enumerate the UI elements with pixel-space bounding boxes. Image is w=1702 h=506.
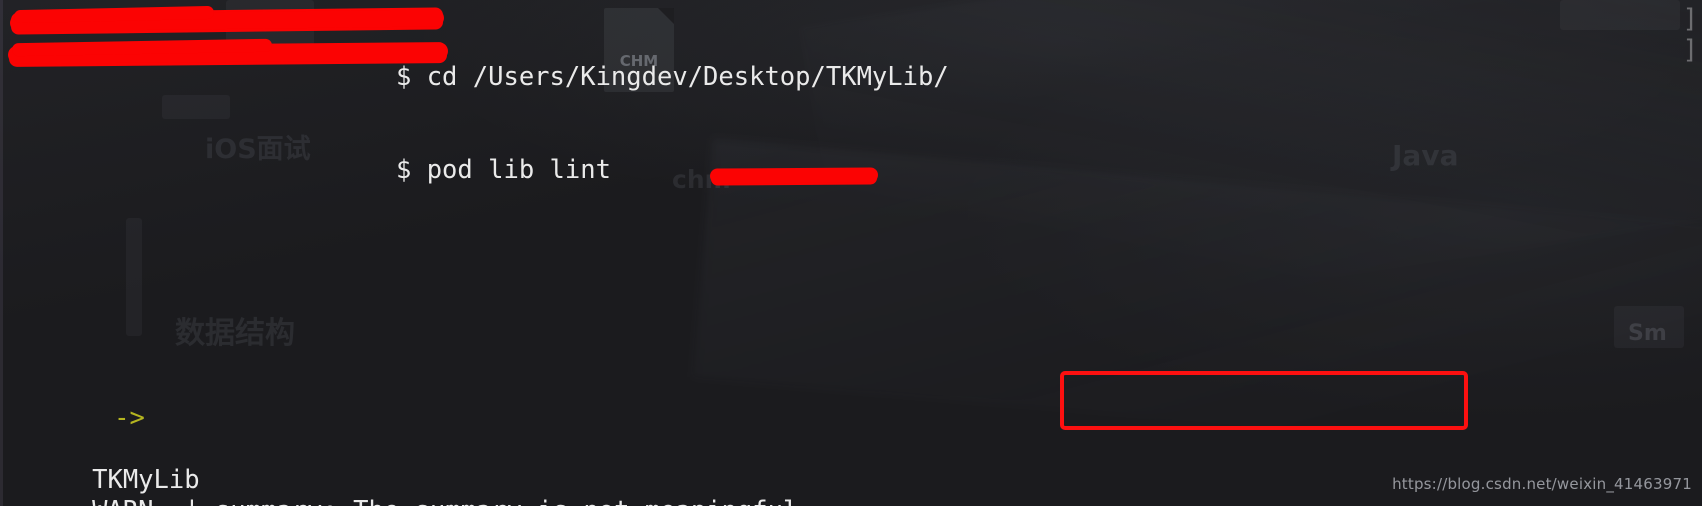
terminal-line-prompt-cd: $ cd /Users/Kingdev/Desktop/TKMyLib/ — [396, 62, 949, 92]
window-left-edge — [0, 0, 3, 506]
terminal-line-prompt-lint: $ pod lib lint — [396, 155, 611, 185]
wrap-bracket-line-1: ] — [1682, 4, 1698, 34]
pod-name-label: TKMyLib — [92, 465, 200, 495]
wrap-bracket-line-2: ] — [1682, 35, 1698, 65]
terminal-output: $ cd /Users/Kingdev/Desktop/TKMyLib/ $ p… — [0, 0, 1702, 506]
arrow-marker-icon: -> — [114, 403, 145, 433]
csdn-blog-watermark: https://blog.csdn.net/weixin_41463971 — [1392, 475, 1692, 493]
terminal-line-pod-name-version: -> TKMyLib (0.1.0) — [0, 372, 1702, 495]
terminal-line-blank-1 — [0, 248, 1702, 279]
terminal-window[interactable]: CHM iOS面试 数据结构 Java chm Sm $ cd /Users/K… — [0, 0, 1702, 506]
